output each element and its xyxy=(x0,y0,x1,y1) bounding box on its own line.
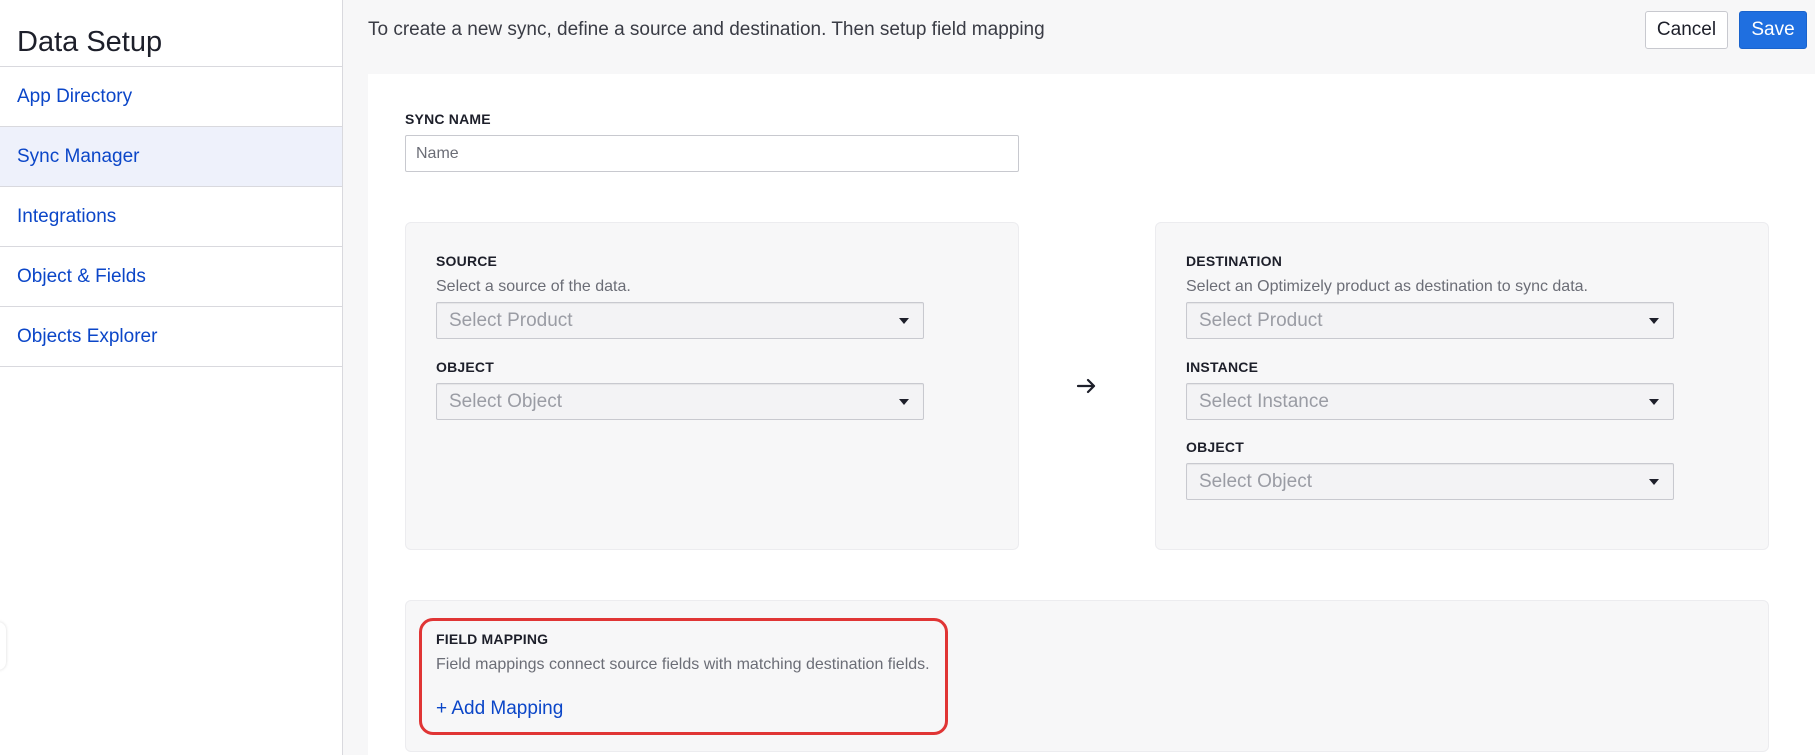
sidebar-item-integrations[interactable]: Integrations xyxy=(0,187,342,247)
chevron-down-icon xyxy=(1649,398,1659,405)
source-product-value: Select Product xyxy=(449,309,573,331)
sidebar-item-sync-manager[interactable]: Sync Manager xyxy=(0,127,342,187)
instruction-message: To create a new sync, define a source an… xyxy=(368,19,1045,40)
destination-product-select[interactable]: Select Product xyxy=(1186,302,1674,339)
sync-name-input[interactable] xyxy=(405,135,1019,172)
field-mapping-description: Field mappings connect source fields wit… xyxy=(436,656,930,673)
destination-object-label: OBJECT xyxy=(1186,439,1244,455)
collapse-handle[interactable] xyxy=(0,622,6,670)
sidebar-title: Data Setup xyxy=(17,26,163,58)
arrow-right-icon xyxy=(1076,378,1096,394)
field-mapping-label: FIELD MAPPING xyxy=(436,631,549,647)
source-label: SOURCE xyxy=(436,253,498,269)
source-object-value: Select Object xyxy=(449,390,562,412)
source-product-select[interactable]: Select Product xyxy=(436,302,924,339)
save-button[interactable]: Save xyxy=(1739,11,1807,49)
source-object-select[interactable]: Select Object xyxy=(436,383,924,420)
destination-instance-label: INSTANCE xyxy=(1186,359,1259,375)
chevron-down-icon xyxy=(899,317,909,324)
source-description: Select a source of the data. xyxy=(436,278,631,295)
sidebar-nav: App Directory Sync Manager Integrations … xyxy=(0,66,342,367)
sync-name-label: SYNC NAME xyxy=(405,111,491,127)
destination-object-select[interactable]: Select Object xyxy=(1186,463,1674,500)
chevron-down-icon xyxy=(1649,478,1659,485)
sidebar-item-object-fields[interactable]: Object & Fields xyxy=(0,247,342,307)
destination-instance-value: Select Instance xyxy=(1199,390,1329,412)
cancel-button[interactable]: Cancel xyxy=(1645,11,1728,49)
destination-description: Select an Optimizely product as destinat… xyxy=(1186,278,1588,295)
destination-object-value: Select Object xyxy=(1199,470,1312,492)
add-mapping-link[interactable]: + Add Mapping xyxy=(436,698,563,720)
sidebar-item-objects-explorer[interactable]: Objects Explorer xyxy=(0,307,342,367)
sidebar: Data Setup App Directory Sync Manager In… xyxy=(0,0,343,755)
sidebar-item-app-directory[interactable]: App Directory xyxy=(0,67,342,127)
destination-product-value: Select Product xyxy=(1199,309,1323,331)
chevron-down-icon xyxy=(899,398,909,405)
destination-instance-select[interactable]: Select Instance xyxy=(1186,383,1674,420)
chevron-down-icon xyxy=(1649,317,1659,324)
source-object-label: OBJECT xyxy=(436,359,494,375)
destination-label: DESTINATION xyxy=(1186,253,1283,269)
